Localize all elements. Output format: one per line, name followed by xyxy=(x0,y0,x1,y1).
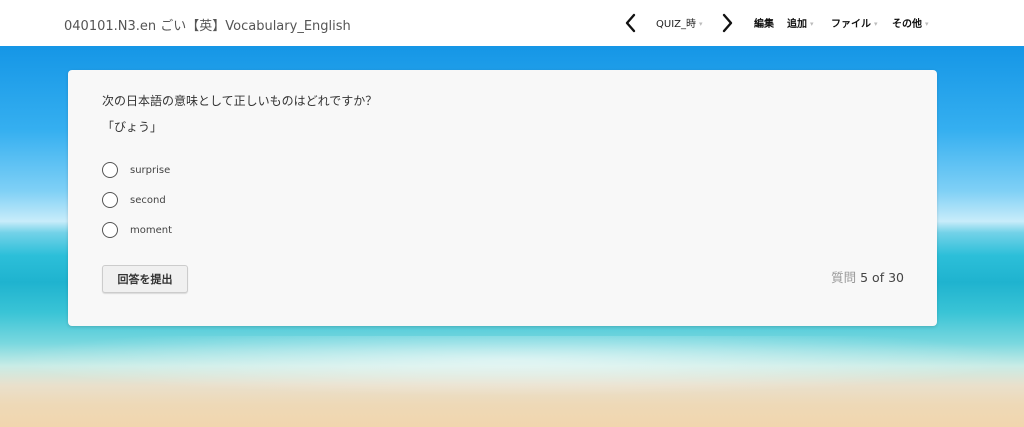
answer-option-label: moment xyxy=(130,225,173,236)
menu-edit-label: 編集 xyxy=(754,19,774,30)
chevron-left-icon xyxy=(625,13,636,33)
chevron-down-icon: ▾ xyxy=(699,20,703,28)
radio-button[interactable] xyxy=(102,192,118,208)
menu-file-label: ファイル xyxy=(831,19,871,30)
menu-file[interactable]: ファイル ▾ xyxy=(831,15,878,30)
question-prompt: 次の日本語の意味として正しいものはどれですか？ xyxy=(102,94,378,108)
question-progress: 質問 5 of 30 xyxy=(831,267,904,286)
menu-edit[interactable]: 編集 xyxy=(754,15,774,30)
quiz-selector-dropdown[interactable]: QUIZ_時 ▾ xyxy=(656,15,703,30)
next-question-button[interactable] xyxy=(718,12,736,34)
previous-question-button[interactable] xyxy=(622,12,640,34)
chevron-right-icon xyxy=(722,13,733,33)
progress-current: 5 xyxy=(860,270,869,285)
menu-other[interactable]: その他 ▾ xyxy=(892,15,929,30)
page-title: 040101.N3.en ごい【英】Vocabulary_English xyxy=(64,19,351,34)
chevron-down-icon: ▾ xyxy=(874,20,878,28)
radio-button[interactable] xyxy=(102,162,118,178)
menu-add-label: 追加 xyxy=(787,19,807,30)
quiz-name-label: QUIZ_時 xyxy=(656,19,696,30)
progress-of: of xyxy=(872,270,885,285)
menu-other-label: その他 xyxy=(892,19,922,30)
submit-answer-button[interactable]: 回答を提出 xyxy=(102,265,188,293)
chevron-down-icon: ▾ xyxy=(810,20,814,28)
progress-prefix: 質問 xyxy=(831,270,857,285)
question-term: 「びょう」 xyxy=(102,120,163,134)
top-header: 040101.N3.en ごい【英】Vocabulary_English QUI… xyxy=(0,0,1024,46)
chevron-down-icon: ▾ xyxy=(925,20,929,28)
menu-add[interactable]: 追加 ▾ xyxy=(787,15,814,30)
radio-button[interactable] xyxy=(102,222,118,238)
progress-total: 30 xyxy=(888,270,904,285)
answer-option-label: second xyxy=(130,195,166,206)
answer-option-label: surprise xyxy=(130,165,171,176)
question-card: 次の日本語の意味として正しいものはどれですか？ 「びょう」 surprise s… xyxy=(68,70,937,326)
